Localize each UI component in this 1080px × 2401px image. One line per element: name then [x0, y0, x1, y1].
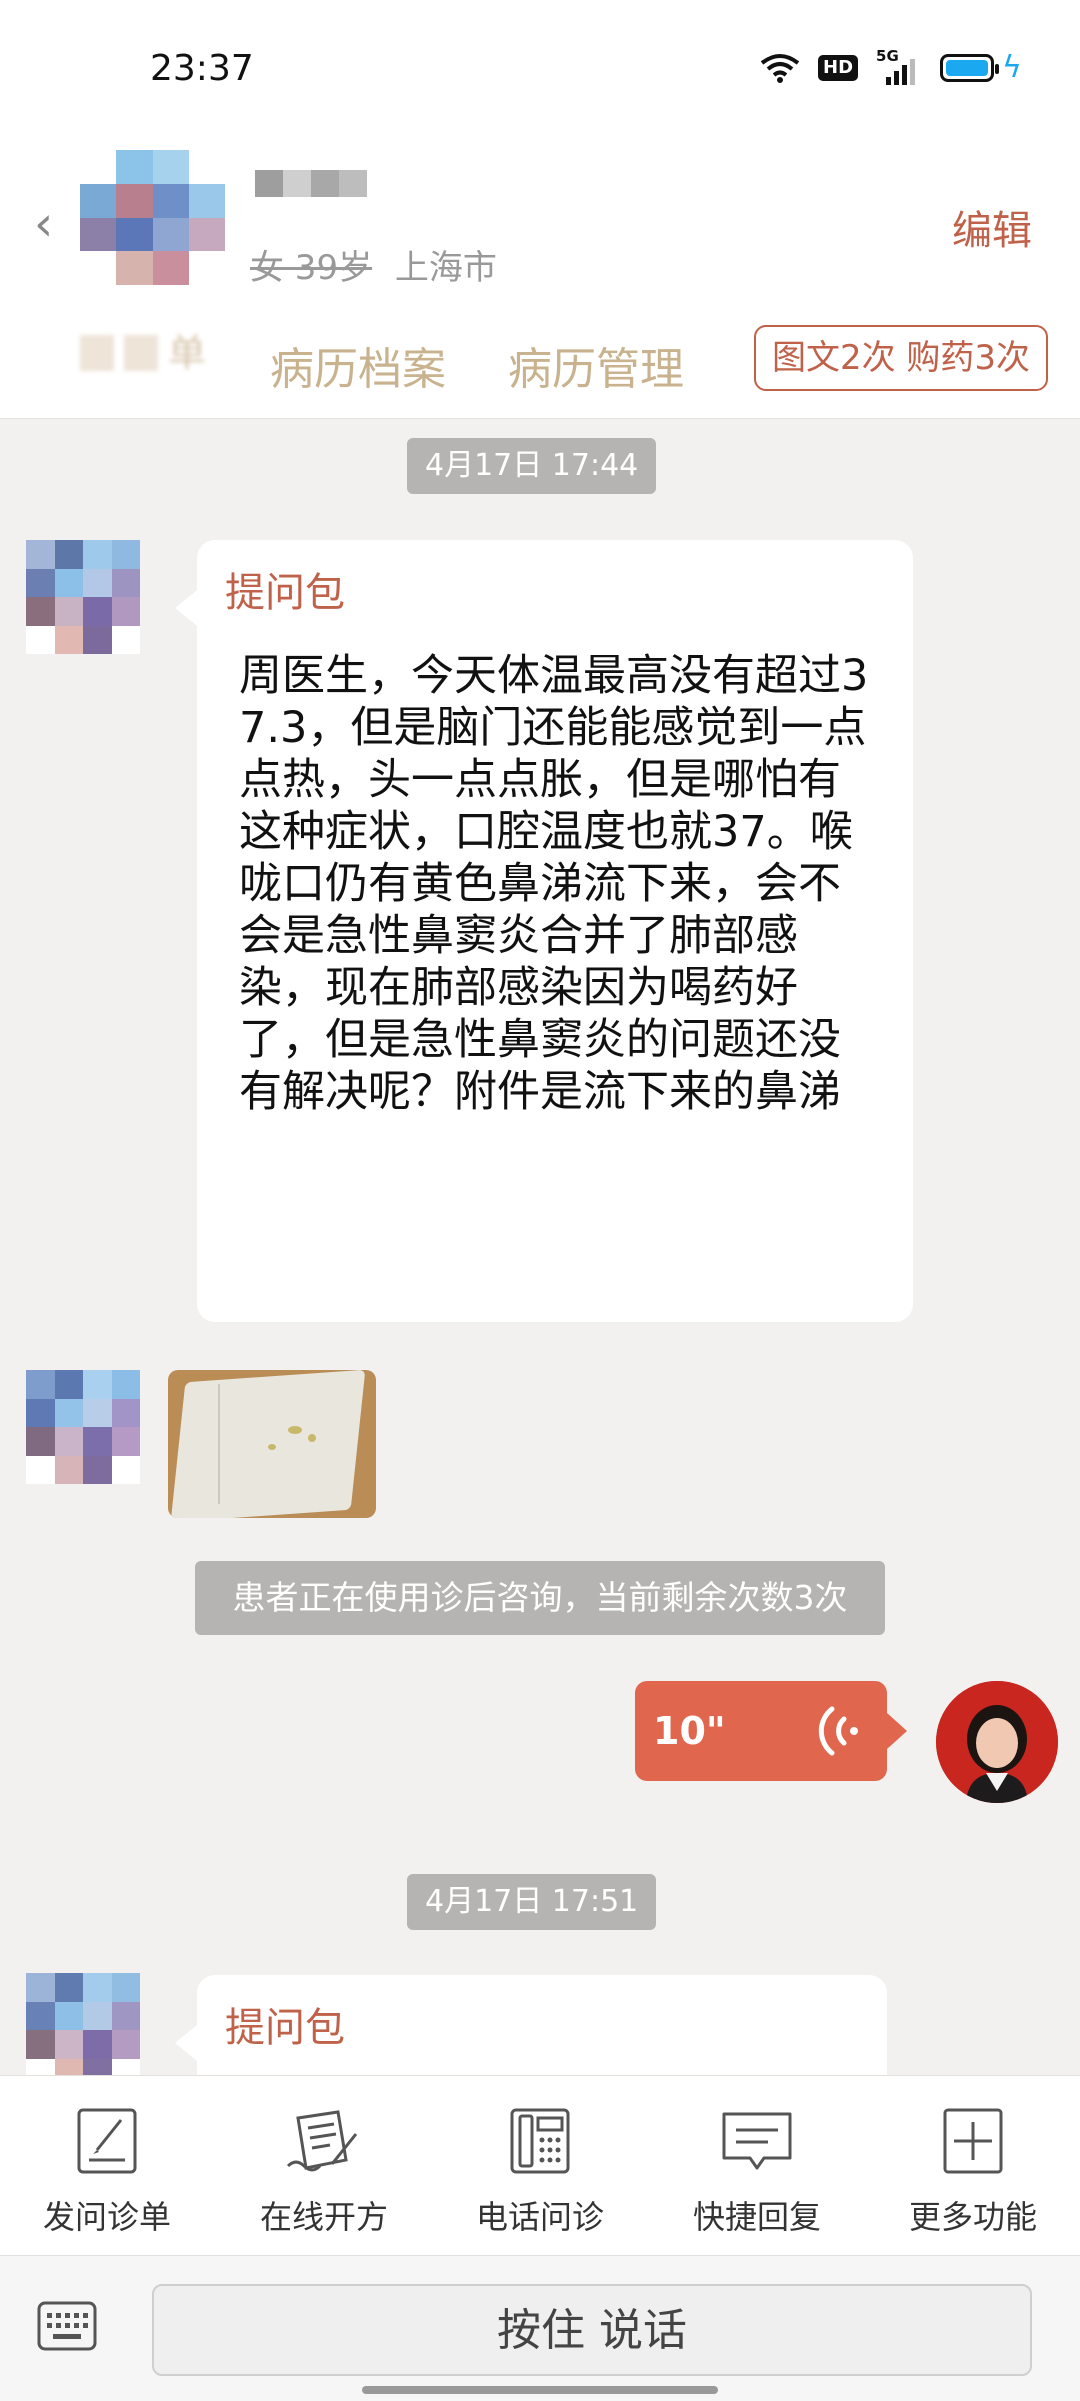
patient-avatar[interactable]: [26, 1973, 140, 2087]
phone-icon: [510, 2108, 570, 2174]
question-package-title: 提问包: [225, 570, 345, 616]
input-bar: 按住 说话: [0, 2255, 1080, 2401]
patient-avatar[interactable]: [26, 1370, 140, 1484]
online-prescription-button[interactable]: 在线开方: [239, 2106, 409, 2238]
consultation-notice: 患者正在使用诊后咨询，当前剩余次数3次: [195, 1561, 885, 1635]
back-icon[interactable]: ‹: [34, 196, 53, 252]
function-toolbar: 发问诊单 在线开方 电话问诊 快捷回复 更多功能: [0, 2075, 1080, 2256]
doctor-avatar[interactable]: [936, 1681, 1058, 1803]
form-icon: [77, 2108, 137, 2174]
patient-info: 女 39岁 上海市: [250, 240, 497, 289]
keyboard-icon[interactable]: [36, 2300, 98, 2352]
question-package-title: 提问包: [225, 2005, 345, 2051]
patient-avatar[interactable]: [80, 150, 225, 285]
patient-city: 上海市: [394, 248, 497, 288]
patient-gender-age: 女 39岁: [250, 248, 373, 288]
tab-record-management[interactable]: 病历管理: [508, 333, 684, 397]
question-bubble[interactable]: 提问包 周医生，今天体温最高没有超过37.3，但是脑门还能能感觉到一点点热，头一…: [175, 540, 913, 1322]
plus-icon: [943, 2108, 1003, 2174]
status-time: 23:37: [150, 48, 254, 89]
more-functions-button[interactable]: 更多功能: [888, 2106, 1058, 2238]
signal-icon: 5G: [876, 47, 922, 85]
prescription-icon: [286, 2110, 358, 2172]
send-inquiry-form-button[interactable]: 发问诊单: [22, 2106, 192, 2238]
hold-to-talk-button[interactable]: 按住 说话: [152, 2284, 1032, 2376]
hd-icon: HD: [818, 54, 859, 81]
image-attachment[interactable]: [168, 1370, 376, 1518]
wifi-icon: [760, 53, 800, 83]
consult-stats-badge[interactable]: 图文2次 购药3次: [754, 325, 1048, 391]
battery-icon: [940, 53, 1000, 82]
edit-button[interactable]: 编辑: [952, 198, 1032, 256]
voice-message[interactable]: 10": [635, 1681, 907, 1781]
message-timestamp: 4月17日 17:51: [407, 1874, 657, 1930]
quick-reply-icon: [722, 2112, 792, 2170]
status-icons: HD 5G ϟ: [760, 47, 1022, 85]
question-text: 周医生，今天体温最高没有超过37.3，但是脑门还能能感觉到一点点热，头一点点胀，…: [239, 651, 869, 1117]
chat-header: 23:37 HD 5G ϟ ‹ 女 39岁 上海市 编辑 单 病历档案 病历管理…: [0, 0, 1080, 419]
quick-reply-button[interactable]: 快捷回复: [672, 2106, 842, 2238]
message-timestamp: 4月17日 17:44: [407, 438, 657, 494]
charging-icon: ϟ: [1002, 50, 1022, 85]
voice-duration: 10": [653, 1709, 726, 1753]
tab-medical-records[interactable]: 病历档案: [270, 333, 446, 397]
patient-avatar[interactable]: [26, 540, 140, 654]
home-indicator[interactable]: [362, 2386, 718, 2394]
tab-redacted[interactable]: 单: [80, 334, 220, 375]
patient-name-redacted: [255, 170, 367, 197]
voice-wave-icon: [818, 1706, 858, 1756]
phone-consultation-button[interactable]: 电话问诊: [455, 2106, 625, 2238]
